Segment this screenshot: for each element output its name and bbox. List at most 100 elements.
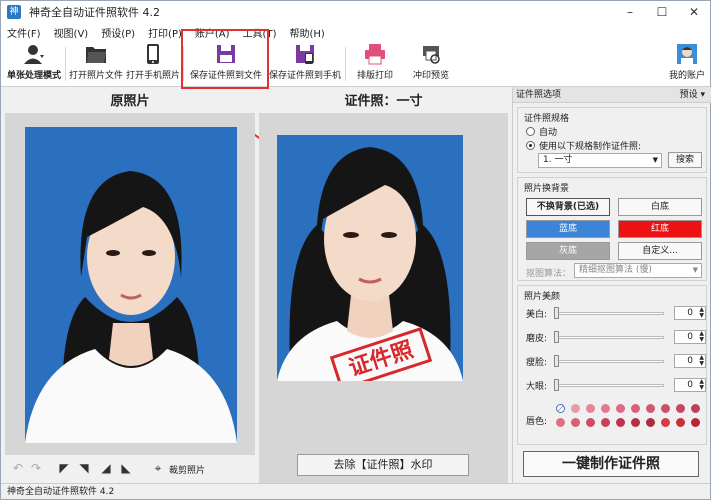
smooth-slider[interactable] — [556, 336, 664, 339]
rotate-right-icon[interactable]: ◥ — [77, 461, 91, 475]
slider-thumb[interactable] — [554, 331, 559, 343]
lip-color-swatch[interactable] — [661, 418, 670, 427]
lip-color-swatch[interactable] — [571, 418, 580, 427]
spec-group: 证件照规格 自动 使用以下规格制作证件照: 1. 一寸 ▼ 搜索 — [517, 107, 707, 173]
lip-color-swatch[interactable] — [646, 404, 655, 413]
single-mode-button[interactable]: 单张处理模式 — [5, 41, 63, 85]
open-photo-button[interactable]: 打开照片文件 — [67, 41, 125, 85]
big-eye-spinbox[interactable]: 0 ▲ ▼ — [674, 378, 706, 392]
lip-color-swatch[interactable] — [676, 404, 685, 413]
slim-face-spinbox[interactable]: 0 ▲ ▼ — [674, 354, 706, 368]
lip-color-swatch[interactable] — [646, 418, 655, 427]
save-phone-icon — [296, 45, 314, 64]
print-preview-button[interactable]: 冲印预览 — [407, 41, 455, 85]
lip-color-swatch[interactable] — [631, 418, 640, 427]
whiten-spinbox[interactable]: 0 ▲ ▼ — [674, 306, 706, 320]
title-bar: 神 神奇全自动证件照软件 4.2 – ☐ ✕ — [1, 1, 710, 23]
bg-red-button[interactable]: 红底 — [618, 220, 702, 238]
bg-none-button[interactable]: 不换背景(已选) — [526, 198, 610, 216]
menu-file[interactable]: 文件(F) — [7, 25, 41, 40]
lip-color-swatch[interactable] — [616, 418, 625, 427]
highlight-box — [181, 29, 269, 89]
rotate-left-icon[interactable]: ◤ — [57, 461, 71, 475]
menu-view[interactable]: 视图(V) — [54, 25, 89, 40]
lip-color-swatch[interactable] — [676, 418, 685, 427]
lip-color-swatch[interactable] — [586, 418, 595, 427]
slim-face-slider-row: 瘦脸: 0 ▲ ▼ — [526, 354, 706, 368]
crop-icon[interactable]: ⌖ — [151, 461, 165, 475]
layout-print-button[interactable]: 排版打印 — [351, 41, 399, 85]
auto-radio[interactable]: 自动 — [526, 125, 557, 138]
minimize-button[interactable]: – — [614, 1, 646, 23]
original-photo-panel: 原照片 ↶ ↷ ◤ ◥ ◢ ◣ ⌖ 裁剪照片 — [5, 91, 255, 483]
avatar-icon — [677, 44, 697, 64]
flip-vertical-icon[interactable]: ◣ — [119, 461, 133, 475]
portrait-image — [25, 127, 237, 443]
beauty-group: 照片美颜 美白: 0 ▲ ▼ 磨皮: 0 ▲ ▼ 瘦脸: 0 ▲ ▼ 大眼: 0 ▲ ▼ 唇 — [517, 285, 707, 445]
photo-edit-bar: ↶ ↷ ◤ ◥ ◢ ◣ ⌖ 裁剪照片 — [5, 455, 255, 483]
slider-thumb[interactable] — [554, 379, 559, 391]
lip-color-swatch[interactable] — [631, 404, 640, 413]
lip-color-swatch[interactable] — [586, 404, 595, 413]
slider-thumb[interactable] — [554, 355, 559, 367]
bg-custom-button[interactable]: 自定义... — [618, 242, 702, 260]
app-icon: 神 — [7, 5, 21, 19]
open-phone-photo-button[interactable]: 打开手机照片 — [125, 41, 181, 85]
lip-color-swatch[interactable] — [691, 418, 700, 427]
slider-thumb[interactable] — [554, 307, 559, 319]
bg-white-button[interactable]: 白底 — [618, 198, 702, 216]
lip-color-none-swatch[interactable] — [556, 404, 565, 413]
user-icon — [24, 45, 44, 64]
original-photo[interactable] — [25, 127, 237, 443]
lip-color-swatch[interactable] — [556, 418, 565, 427]
id-photo: 证件照 — [277, 135, 463, 381]
use-spec-radio[interactable]: 使用以下规格制作证件照: — [526, 139, 641, 152]
maximize-button[interactable]: ☐ — [646, 1, 678, 23]
whiten-slider-row: 美白: 0 ▲ ▼ — [526, 306, 706, 320]
close-button[interactable]: ✕ — [678, 1, 710, 23]
folder-icon — [86, 47, 106, 63]
lip-color-swatch[interactable] — [571, 404, 580, 413]
undo-icon[interactable]: ↶ — [11, 461, 25, 475]
smooth-spinbox[interactable]: 0 ▲ ▼ — [674, 330, 706, 344]
bg-gray-button[interactable]: 灰底 — [526, 242, 610, 260]
whiten-slider[interactable] — [556, 312, 664, 315]
menu-bar: 文件(F) 视图(V) 预设(P) 打印(P) 账户(A) 工具(T) 帮助(H… — [1, 23, 710, 41]
phone-icon — [147, 44, 159, 64]
lip-color-swatch[interactable] — [616, 404, 625, 413]
menu-preset[interactable]: 预设(P) — [101, 25, 135, 40]
lip-color-swatch[interactable] — [691, 404, 700, 413]
algo-select[interactable]: 精细抠图算法 (慢) ▼ — [574, 263, 702, 278]
my-account-button[interactable]: 我的账户 — [665, 41, 709, 85]
preset-dropdown[interactable]: 预设 ▾ — [680, 87, 705, 103]
spec-select[interactable]: 1. 一寸 ▼ — [538, 153, 662, 168]
big-eye-slider[interactable] — [556, 384, 664, 387]
bg-blue-button[interactable]: 蓝底 — [526, 220, 610, 238]
save-to-phone-button[interactable]: 保存证件照到手机 — [267, 41, 343, 85]
app-window: 神 神奇全自动证件照软件 4.2 – ☐ ✕ 文件(F) 视图(V) 预设(P)… — [0, 0, 711, 500]
lip-color-label: 唇色: — [526, 417, 548, 427]
menu-print[interactable]: 打印(P) — [148, 25, 182, 40]
status-bar: 神奇全自动证件照软件 4.2 — [1, 483, 710, 499]
toolbar: 单张处理模式 打开照片文件 打开手机照片 保存证件照到文件 保存证件照到手机 排… — [1, 41, 710, 87]
big-eye-slider-row: 大眼: 0 ▲ ▼ — [526, 378, 706, 392]
make-id-photo-button[interactable]: 一键制作证件照 — [523, 451, 699, 477]
search-button[interactable]: 搜索 — [668, 152, 702, 168]
lip-color-swatch[interactable] — [601, 418, 610, 427]
options-panel: 证件照选项 预设 ▾ 证件照规格 自动 使用以下规格制作证件照: 1. 一寸 ▼ … — [512, 87, 711, 483]
redo-icon[interactable]: ↷ — [29, 461, 43, 475]
flip-horizontal-icon[interactable]: ◢ — [99, 461, 113, 475]
background-group: 照片换背景 不换背景(已选) 白底 蓝底 红底 灰底 自定义... 抠图算法： … — [517, 177, 707, 281]
crop-photo-button[interactable]: 裁剪照片 — [169, 463, 205, 476]
options-header: 证件照选项 预设 ▾ — [513, 87, 711, 103]
slim-face-slider[interactable] — [556, 360, 664, 363]
menu-help[interactable]: 帮助(H) — [289, 25, 324, 40]
lip-color-palette — [556, 404, 706, 432]
lip-color-swatch[interactable] — [661, 404, 670, 413]
lip-color-swatch[interactable] — [601, 404, 610, 413]
original-photo-title: 原照片 — [5, 91, 255, 113]
printer-icon — [365, 44, 385, 65]
id-photo-title: 证件照：一寸 — [259, 91, 508, 113]
remove-watermark-button[interactable]: 去除【证件照】水印 — [297, 454, 469, 476]
window-title: 神奇全自动证件照软件 4.2 — [29, 6, 160, 19]
